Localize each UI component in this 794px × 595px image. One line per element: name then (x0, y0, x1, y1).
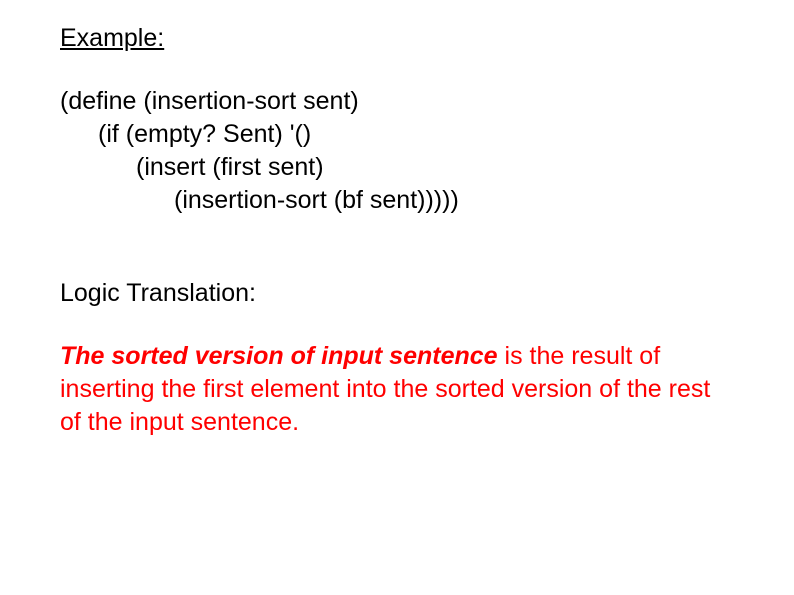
code-block: (define (insertion-sort sent) (if (empty… (60, 85, 734, 217)
translation-emphasis: The sorted version of input sentence (60, 342, 498, 370)
logic-translation-heading: Logic Translation: (60, 277, 734, 310)
code-line: (define (insertion-sort sent) (60, 85, 734, 118)
translation-text: The sorted version of input sentence is … (60, 340, 734, 439)
slide-content: Example: (define (insertion-sort sent) (… (0, 0, 794, 461)
code-line: (insert (first sent) (60, 151, 734, 184)
code-line: (insertion-sort (bf sent))))) (60, 184, 734, 217)
example-heading: Example: (60, 22, 734, 55)
code-line: (if (empty? Sent) '() (60, 118, 734, 151)
